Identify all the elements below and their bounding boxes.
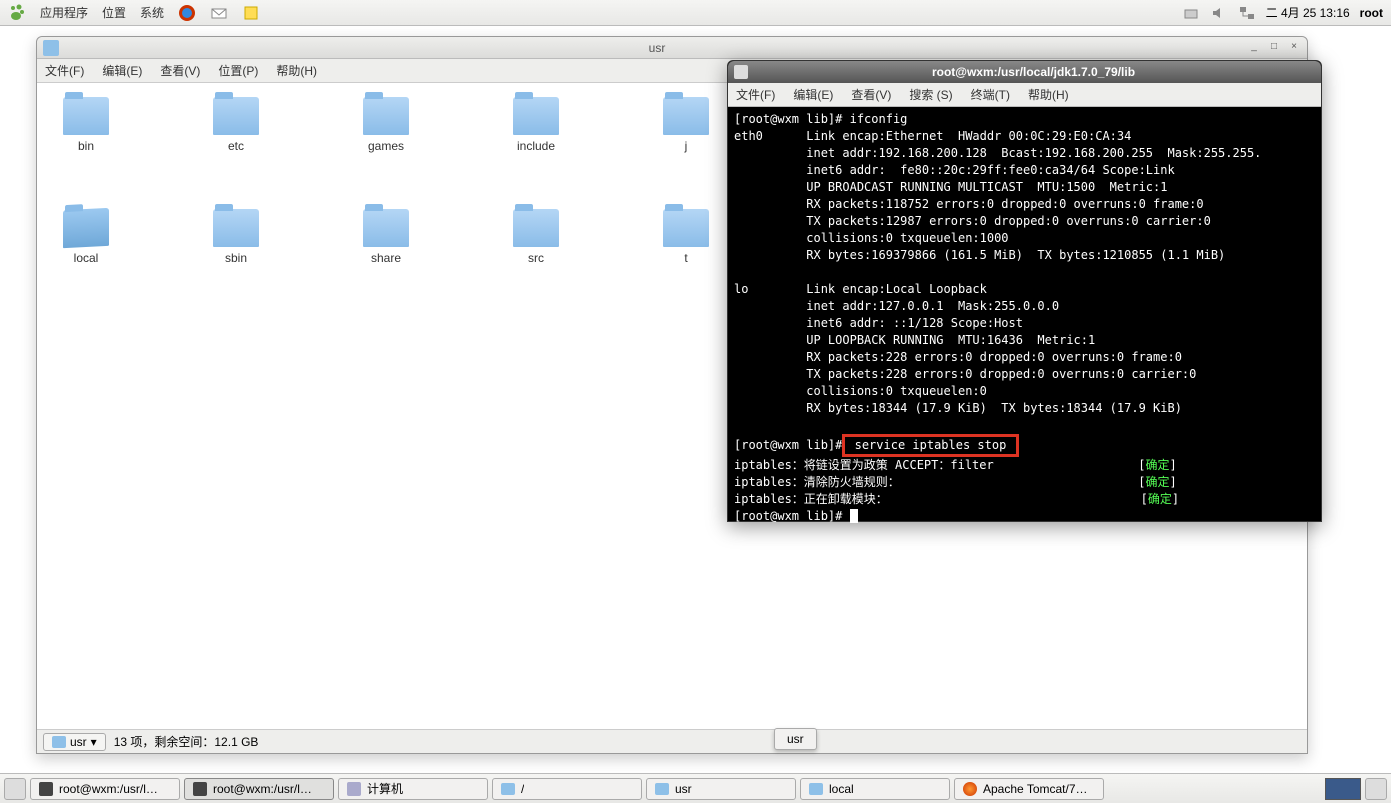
- folder-bin[interactable]: bin: [51, 97, 121, 153]
- fm-status-text: 13 项，剩余空间：12.1 GB: [114, 733, 259, 750]
- menu-applications[interactable]: 应用程序: [40, 4, 88, 21]
- term-menu-file[interactable]: 文件(F): [736, 86, 775, 103]
- task-local-folder[interactable]: local: [800, 778, 950, 800]
- firefox-icon[interactable]: [178, 4, 196, 22]
- folder-icon: [52, 736, 66, 748]
- menu-system[interactable]: 系统: [140, 4, 164, 21]
- folder-icon: [501, 783, 515, 795]
- mail-icon[interactable]: [210, 4, 228, 22]
- folder-sbin[interactable]: sbin: [201, 209, 271, 265]
- cursor-icon: [850, 509, 858, 523]
- minimize-button[interactable]: _: [1247, 41, 1261, 55]
- workspace-switcher[interactable]: [1325, 778, 1361, 800]
- usr-overlay-button[interactable]: usr: [774, 728, 817, 750]
- term-menu-search[interactable]: 搜索 (S): [909, 86, 952, 103]
- folder-j-partial[interactable]: j: [651, 97, 721, 153]
- menu-places[interactable]: 位置: [102, 4, 126, 21]
- terminal-output[interactable]: [root@wxm lib]# ifconfig eth0 Link encap…: [728, 107, 1321, 529]
- fm-menu-places[interactable]: 位置(P): [218, 62, 258, 79]
- highlighted-command: service iptables stop: [842, 434, 1018, 457]
- fm-titlebar[interactable]: usr _ □ ×: [37, 37, 1307, 59]
- task-label: local: [829, 782, 854, 796]
- folder-src[interactable]: src: [501, 209, 571, 265]
- folder-include[interactable]: include: [501, 97, 571, 153]
- terminal-icon: [193, 782, 207, 796]
- task-terminal-2[interactable]: root@wxm:/usr/l…: [184, 778, 334, 800]
- chevron-down-icon: ▾: [91, 735, 97, 749]
- maximize-button[interactable]: □: [1267, 41, 1281, 55]
- term-menu-terminal[interactable]: 终端(T): [971, 86, 1010, 103]
- task-terminal-1[interactable]: root@wxm:/usr/l…: [30, 778, 180, 800]
- term-titlebar[interactable]: root@wxm:/usr/local/jdk1.7.0_79/lib: [728, 61, 1321, 83]
- fm-menu-view[interactable]: 查看(V): [160, 62, 200, 79]
- user-label[interactable]: root: [1360, 6, 1383, 20]
- term-title: root@wxm:/usr/local/jdk1.7.0_79/lib: [752, 65, 1315, 79]
- close-button[interactable]: ×: [1287, 41, 1301, 55]
- task-label: root@wxm:/usr/l…: [59, 782, 158, 796]
- folder-etc[interactable]: etc: [201, 97, 271, 153]
- folder-icon: [43, 40, 59, 56]
- term-menubar: 文件(F) 编辑(E) 查看(V) 搜索 (S) 终端(T) 帮助(H): [728, 83, 1321, 107]
- note-icon[interactable]: [242, 4, 260, 22]
- folder-games[interactable]: games: [351, 97, 421, 153]
- task-label: usr: [675, 782, 692, 796]
- terminal-window: root@wxm:/usr/local/jdk1.7.0_79/lib 文件(F…: [727, 60, 1322, 522]
- terminal-icon: [734, 65, 748, 79]
- task-firefox-tomcat[interactable]: Apache Tomcat/7…: [954, 778, 1104, 800]
- top-panel: 应用程序 位置 系统 二 4月 25 13:16 root: [0, 0, 1391, 26]
- fm-menu-file[interactable]: 文件(F): [45, 62, 84, 79]
- terminal-icon: [39, 782, 53, 796]
- folder-t-partial[interactable]: t: [651, 209, 721, 265]
- task-label: root@wxm:/usr/l…: [213, 782, 312, 796]
- update-icon[interactable]: [1182, 4, 1200, 22]
- fm-path-label: usr: [70, 735, 87, 749]
- computer-icon: [347, 782, 361, 796]
- folder-icon: [655, 783, 669, 795]
- term-menu-view[interactable]: 查看(V): [851, 86, 891, 103]
- task-root-folder[interactable]: /: [492, 778, 642, 800]
- gnome-foot-icon: [8, 4, 26, 22]
- folder-local[interactable]: local: [51, 209, 121, 265]
- term-menu-help[interactable]: 帮助(H): [1028, 86, 1069, 103]
- fm-menu-edit[interactable]: 编辑(E): [102, 62, 142, 79]
- firefox-icon: [963, 782, 977, 796]
- task-label: /: [521, 782, 524, 796]
- term-menu-edit[interactable]: 编辑(E): [793, 86, 833, 103]
- task-label: 计算机: [367, 780, 403, 797]
- folder-icon: [809, 783, 823, 795]
- volume-icon[interactable]: [1210, 4, 1228, 22]
- clock-text[interactable]: 二 4月 25 13:16: [1266, 4, 1350, 21]
- task-computer[interactable]: 计算机: [338, 778, 488, 800]
- folder-share[interactable]: share: [351, 209, 421, 265]
- trash-button[interactable]: [1365, 778, 1387, 800]
- fm-path-button[interactable]: usr ▾: [43, 733, 106, 751]
- system-tray: 二 4月 25 13:16 root: [1182, 4, 1383, 22]
- show-desktop-button[interactable]: [4, 778, 26, 800]
- fm-statusbar: usr ▾ 13 项，剩余空间：12.1 GB: [37, 729, 1307, 753]
- fm-title: usr: [67, 41, 1247, 55]
- bottom-panel: root@wxm:/usr/l… root@wxm:/usr/l… 计算机 / …: [0, 773, 1391, 803]
- network-icon[interactable]: [1238, 4, 1256, 22]
- task-label: Apache Tomcat/7…: [983, 782, 1088, 796]
- fm-menu-help[interactable]: 帮助(H): [276, 62, 317, 79]
- task-usr-folder[interactable]: usr: [646, 778, 796, 800]
